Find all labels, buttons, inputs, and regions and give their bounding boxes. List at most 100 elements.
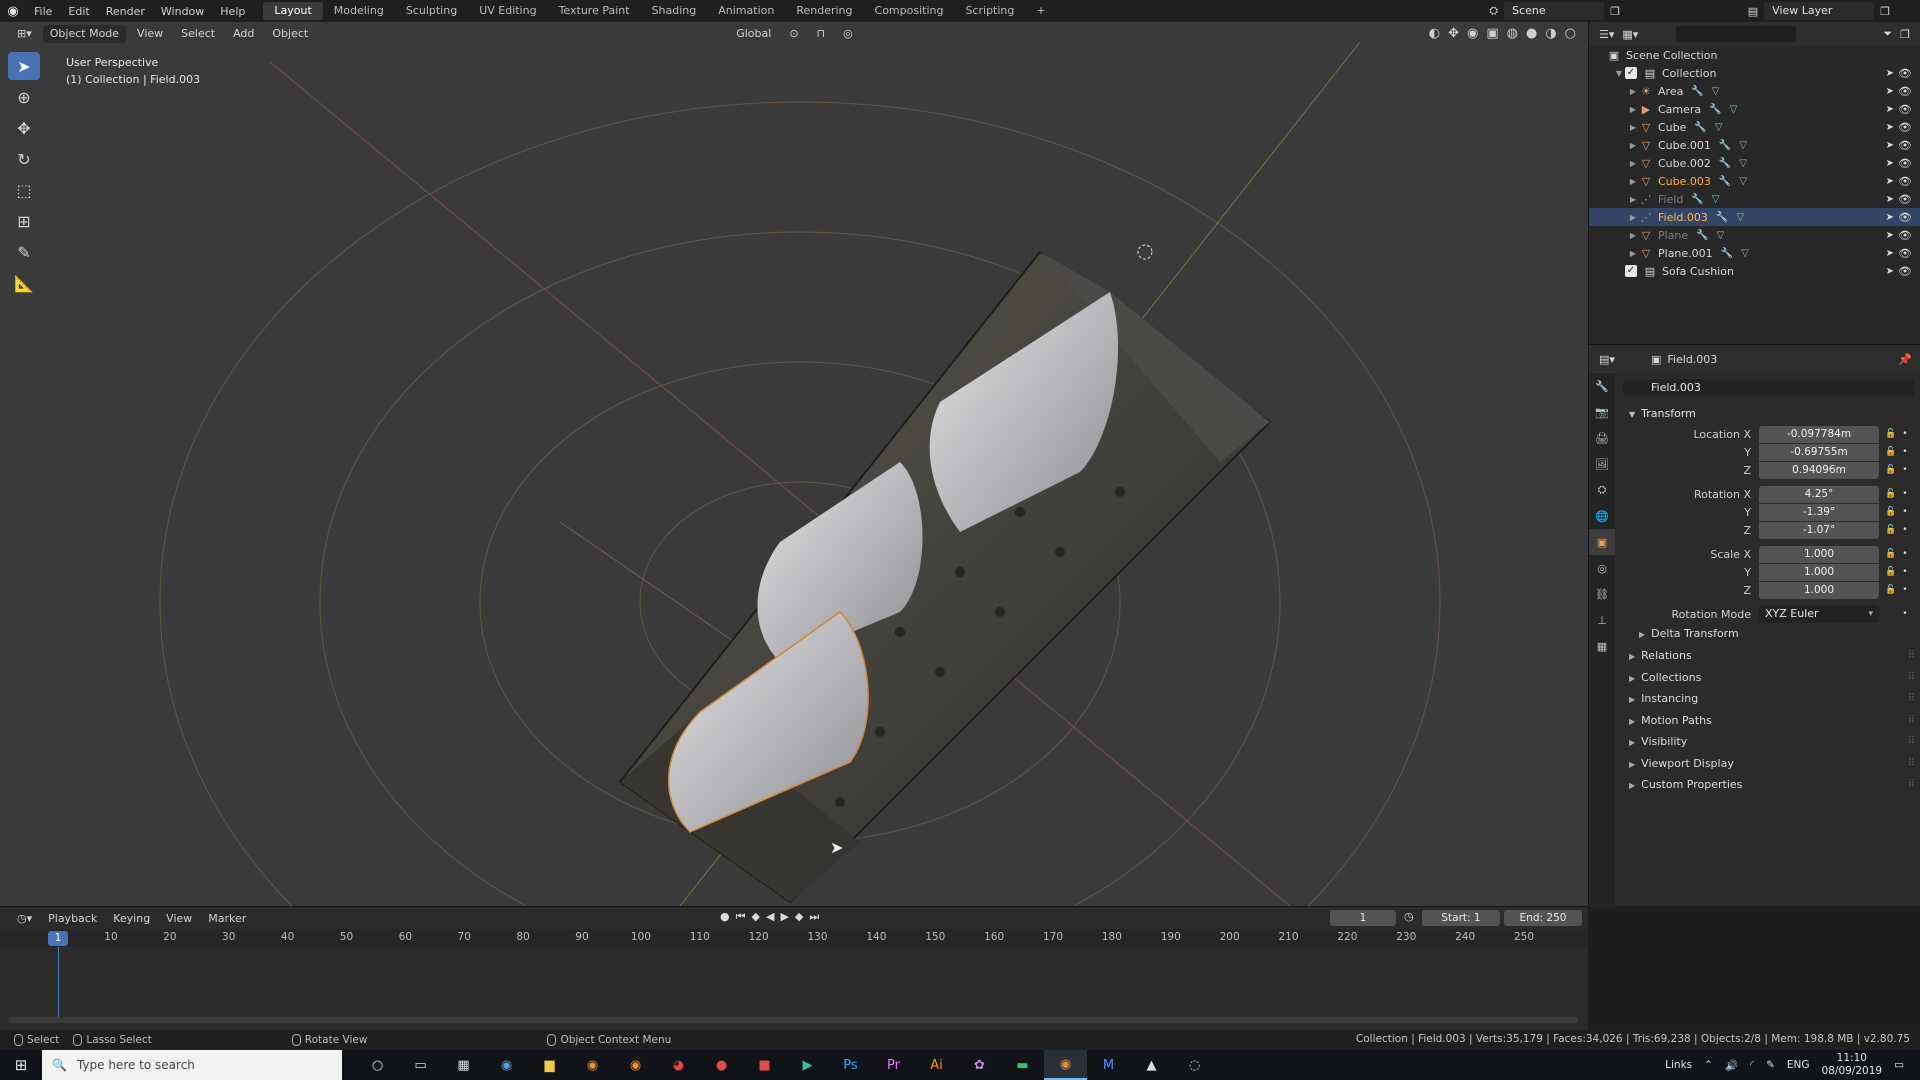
eye-icon[interactable]: 👁 (1898, 247, 1912, 260)
menu-playback[interactable]: Playback (41, 912, 104, 925)
volume-icon[interactable]: 🔊 (1725, 1059, 1738, 1072)
expand-icon[interactable]: ▶ (1627, 177, 1639, 186)
windows-start-icon[interactable]: ⊞ (0, 1056, 42, 1074)
tab-animation[interactable]: Animation (707, 2, 785, 20)
menu-view[interactable]: View (130, 25, 170, 43)
tool-tab-icon[interactable]: 🔧 (1589, 373, 1615, 399)
keyframe-icon[interactable]: • (1899, 567, 1911, 577)
lock-icon[interactable]: 🔓 (1883, 567, 1899, 577)
annotate-icon[interactable]: ✎ (8, 238, 40, 266)
eye-icon[interactable]: 👁 (1898, 85, 1912, 98)
clock-icon[interactable]: ◷ (1404, 910, 1414, 923)
rotation-y-field[interactable]: -1.39° (1759, 503, 1879, 521)
panel-viewport-display[interactable]: ▶ Viewport Display ⠿ (1617, 753, 1920, 775)
pin-icon[interactable]: 📌 (1898, 353, 1912, 366)
keyframe-icon[interactable]: • (1899, 585, 1911, 595)
add-workspace-icon[interactable]: + (1025, 2, 1056, 20)
selectable-icon[interactable]: ➤ (1886, 68, 1894, 79)
view-layer-tab-icon[interactable]: 🖼 (1589, 451, 1615, 477)
outliner-item[interactable]: ▶ ▽ Cube.002 🔧 ▽ ➤ 👁 (1589, 154, 1920, 172)
expand-icon[interactable]: ▶ (1627, 249, 1639, 258)
links-toolbar[interactable]: Links (1665, 1059, 1692, 1071)
lock-icon[interactable]: 🔓 (1883, 549, 1899, 559)
snap-icon[interactable]: ⊓ (810, 25, 833, 43)
object-name-field[interactable]: Field.003 (1623, 379, 1915, 397)
calculator-icon[interactable]: ▦ (442, 1050, 485, 1080)
play-icon[interactable]: ▶ (780, 910, 788, 924)
frame-ruler[interactable]: 10 20 30 40 50 60 70 80 90 100 110 120 130 140 150 160 1… (0, 929, 1588, 947)
expand-icon[interactable]: ▼ (1613, 69, 1625, 78)
properties-editor-icon[interactable]: ▤▾ (1599, 353, 1615, 366)
rendered-shading-icon[interactable]: ○ (1565, 26, 1576, 41)
expand-icon[interactable]: ▶ (1627, 195, 1639, 204)
collection-checkbox[interactable]: ✓ (1625, 265, 1637, 277)
location-y-field[interactable]: -0.69755m (1759, 443, 1879, 461)
outliner-item[interactable]: ▶ ▽ Cube 🔧 ▽ ➤ 👁 (1589, 118, 1920, 136)
expand-icon[interactable]: ▶ (1627, 159, 1639, 168)
output-tab-icon[interactable]: 🖨 (1589, 425, 1615, 451)
cursor-tool-icon[interactable]: ⊕ (8, 83, 40, 111)
outliner-item[interactable]: ▶ ⋰ Field 🔧 ▽ ➤ 👁 (1589, 190, 1920, 208)
tab-scripting[interactable]: Scripting (954, 2, 1025, 20)
play-reverse-icon[interactable]: ◀ (766, 910, 774, 924)
menu-render[interactable]: Render (98, 5, 153, 18)
tab-modeling[interactable]: Modeling (323, 2, 395, 20)
outliner-item[interactable]: ▶ ▶ Camera 🔧 ▽ ➤ 👁 (1589, 100, 1920, 118)
scene-tab-icon[interactable]: ⛭ (1589, 477, 1615, 503)
view-layer-field[interactable]: View Layer (1764, 2, 1875, 20)
select-box-icon[interactable]: ➤ (8, 52, 40, 80)
keyframe-icon[interactable]: • (1899, 609, 1911, 619)
move-icon[interactable]: ✥ (8, 114, 40, 142)
keyframe-icon[interactable]: • (1899, 507, 1911, 517)
render-tab-icon[interactable]: 📷 (1589, 399, 1615, 425)
playhead[interactable] (58, 947, 59, 1019)
premiere-icon[interactable]: Pr (872, 1050, 915, 1080)
scale-x-field[interactable]: 1.000 (1759, 545, 1879, 563)
prev-keyframe-icon[interactable]: ◆ (752, 910, 760, 924)
current-frame-field[interactable]: 1 (1330, 910, 1396, 926)
menu-timeline-view[interactable]: View (159, 912, 199, 925)
keyframe-icon[interactable]: • (1899, 465, 1911, 475)
selectable-icon[interactable]: ➤ (1886, 140, 1894, 151)
selectable-icon[interactable]: ➤ (1886, 230, 1894, 241)
menu-help[interactable]: Help (212, 5, 253, 18)
tab-sculpting[interactable]: Sculpting (395, 2, 468, 20)
eye-icon[interactable]: 👁 (1898, 67, 1912, 80)
playhead-frame-label[interactable]: 1 (48, 931, 68, 946)
view-layer-selector[interactable]: ▤ View Layer ❐ (1748, 2, 1890, 20)
new-collection-icon[interactable]: ❐ (1900, 28, 1910, 41)
menu-window[interactable]: Window (153, 5, 212, 18)
gizmo-icon[interactable]: ✥ (1448, 26, 1459, 41)
panel-instancing[interactable]: ▶ Instancing ⠿ (1617, 688, 1920, 710)
new-view-layer-icon[interactable]: ❐ (1880, 5, 1890, 18)
chevron-up-icon[interactable]: ⌃ (1704, 1059, 1713, 1071)
file-explorer-icon[interactable]: ▆ (528, 1050, 571, 1080)
scale-z-field[interactable]: 1.000 (1759, 581, 1879, 599)
tab-uv-editing[interactable]: UV Editing (468, 2, 547, 20)
selectable-icon[interactable]: ➤ (1886, 266, 1894, 277)
end-frame-field[interactable]: End: 250 (1504, 910, 1582, 926)
panel-visibility[interactable]: ▶ Visibility ⠿ (1617, 731, 1920, 753)
transform-icon[interactable]: ⊞ (8, 207, 40, 235)
outliner-collection[interactable]: ▼ ✓ ▤ Collection ➤ 👁 (1589, 64, 1920, 82)
outliner-item[interactable]: ▶ ⋰ Field.003 🔧 ▽ ➤ 👁 (1589, 208, 1920, 226)
red-app-icon-2[interactable]: ■ (743, 1050, 786, 1080)
outliner-item[interactable]: ▶ ▽ Cube.003 🔧 ▽ ➤ 👁 (1589, 172, 1920, 190)
eye-icon[interactable]: 👁 (1898, 211, 1912, 224)
selectable-icon[interactable]: ➤ (1886, 86, 1894, 97)
filter-icon[interactable]: ⏷ (1883, 27, 1892, 41)
selectable-icon[interactable]: ➤ (1886, 248, 1894, 259)
rotation-x-field[interactable]: 4.25° (1759, 485, 1879, 503)
panel-collections[interactable]: ▶ Collections ⠿ (1617, 667, 1920, 689)
start-frame-field[interactable]: Start: 1 (1422, 910, 1500, 926)
lock-icon[interactable]: 🔓 (1883, 447, 1899, 457)
outliner-editor-icon[interactable]: ☰▾ (1599, 28, 1614, 41)
blender-active-icon[interactable]: ◉ (1044, 1050, 1087, 1080)
record-icon[interactable]: ● (720, 910, 730, 924)
rotation-z-field[interactable]: -1.07° (1759, 521, 1879, 539)
expand-icon[interactable]: ▶ (1627, 141, 1639, 150)
eye-icon[interactable]: 👁 (1898, 139, 1912, 152)
wireframe-shading-icon[interactable]: ◍ (1507, 26, 1518, 41)
rotation-mode-dropdown[interactable]: XYZ Euler ▾ (1759, 605, 1879, 623)
orientation-dropdown[interactable]: Global (729, 25, 778, 43)
